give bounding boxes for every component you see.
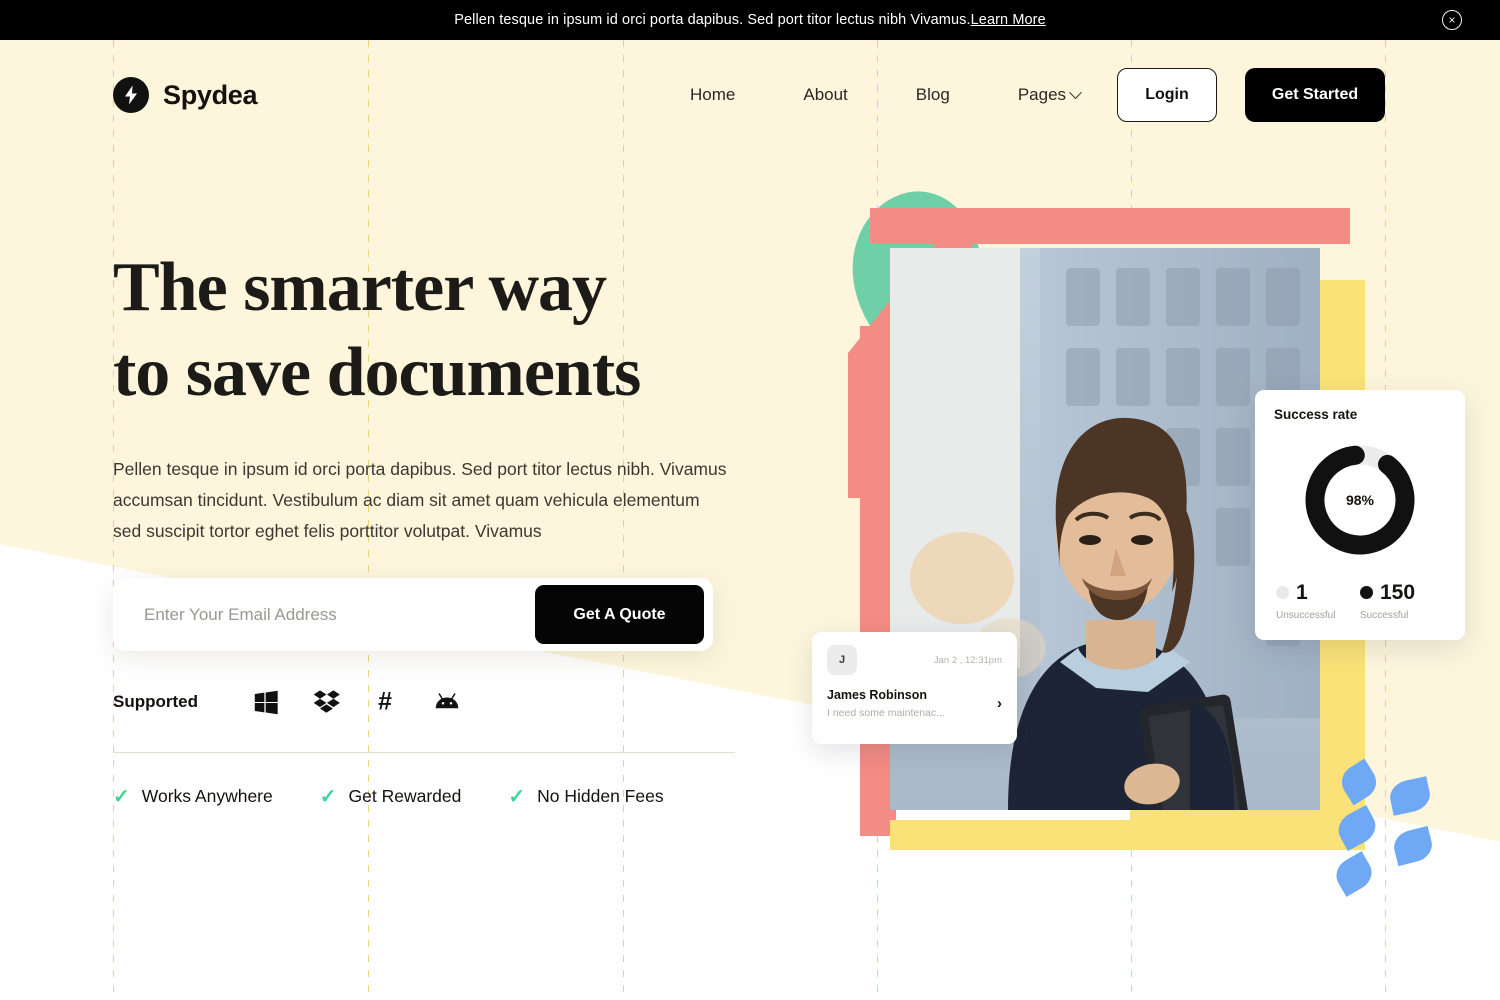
slack-hash-icon: # — [372, 688, 432, 716]
bolt-icon — [113, 77, 149, 113]
supported-label: Supported — [113, 692, 198, 711]
avatar: J — [827, 645, 857, 675]
feature-label: Works Anywhere — [141, 786, 273, 806]
success-rate-donut-chart: 98% — [1300, 440, 1420, 560]
blue-petal-icon — [1390, 825, 1436, 867]
message-sender-name: James Robinson — [827, 688, 928, 702]
get-started-button[interactable]: Get Started — [1245, 68, 1385, 122]
page-root: Pellen tesque in ipsum id orci porta dap… — [0, 0, 1500, 1000]
legend-dot-unsuccessful — [1276, 586, 1289, 599]
yellow-bottom-bar — [890, 820, 1365, 850]
site-header: Spydea Home About Blog Pages Login Get S… — [0, 40, 1500, 150]
success-rate-percent: 98% — [1345, 492, 1375, 508]
header-actions: Login Get Started — [1117, 68, 1385, 122]
page-title: The smarter way to save documents — [113, 245, 753, 416]
blue-petal-icon — [1387, 776, 1433, 816]
feature-item-get-rewarded: ✓ Get Rewarded — [320, 786, 462, 807]
success-rate-card: Success rate 98% 1 Unsuccessful 150 Succ… — [1255, 390, 1465, 640]
feature-label: No Hidden Fees — [537, 786, 664, 806]
hero-text-block: The smarter way to save documents Pellen… — [113, 245, 753, 547]
learn-more-link[interactable]: Learn More — [971, 12, 1046, 28]
legend-item-successful: 150 Successful — [1360, 582, 1444, 621]
login-button[interactable]: Login — [1117, 68, 1217, 122]
feature-item-works-anywhere: ✓ Works Anywhere — [113, 786, 273, 807]
success-rate-legend: 1 Unsuccessful 150 Successful — [1274, 582, 1446, 621]
feature-item-no-hidden-fees: ✓ No Hidden Fees — [508, 786, 663, 807]
message-preview: I need some maintenac... — [827, 707, 945, 719]
android-icon — [432, 690, 492, 714]
main-nav: Home About Blog Pages — [690, 85, 1114, 105]
legend-caption: Unsuccessful — [1276, 610, 1336, 621]
message-card[interactable]: J Jan 2 , 12:31pm James Robinson I need … — [812, 632, 1017, 744]
check-icon: ✓ — [319, 785, 337, 808]
message-timestamp: Jan 2 , 12:31pm — [933, 654, 1002, 666]
announcement-text: Pellen tesque in ipsum id orci porta dap… — [454, 12, 1046, 28]
feature-label: Get Rewarded — [348, 786, 462, 806]
email-input[interactable] — [113, 604, 535, 625]
svg-text:#: # — [378, 688, 392, 716]
brand-logo[interactable]: Spydea — [113, 77, 258, 113]
legend-item-unsuccessful: 1 Unsuccessful — [1276, 582, 1360, 621]
salmon-frame-top — [870, 208, 1350, 244]
supported-platforms: Supported # — [113, 688, 492, 716]
check-icon: ✓ — [508, 785, 526, 808]
headline-line-1: The smarter way — [113, 249, 607, 326]
nav-item-pages[interactable]: Pages — [984, 85, 1114, 105]
hero-description: Pellen tesque in ipsum id orci porta dap… — [113, 458, 727, 542]
feature-list: ✓ Works Anywhere ✓ Get Rewarded ✓ No Hid… — [113, 786, 711, 807]
legend-value: 1 — [1296, 581, 1308, 604]
nav-item-about[interactable]: About — [769, 85, 881, 105]
message-card-header: J Jan 2 , 12:31pm — [827, 645, 1002, 675]
success-rate-title: Success rate — [1274, 407, 1358, 422]
chevron-right-icon[interactable]: › — [997, 695, 1002, 712]
nav-item-blog[interactable]: Blog — [882, 85, 984, 105]
dropbox-icon — [312, 688, 372, 716]
windows-icon — [252, 688, 312, 716]
headline-line-2: to save documents — [113, 334, 641, 412]
email-signup-form: Get A Quote — [113, 578, 713, 651]
brand-name: Spydea — [163, 79, 258, 110]
get-a-quote-button[interactable]: Get A Quote — [535, 585, 704, 644]
check-icon: ✓ — [113, 785, 130, 808]
legend-dot-successful — [1360, 586, 1373, 599]
close-icon[interactable]: × — [1442, 10, 1462, 30]
announcement-bar: Pellen tesque in ipsum id orci porta dap… — [0, 0, 1500, 40]
legend-value: 150 — [1380, 581, 1416, 604]
chevron-down-icon — [1069, 85, 1082, 99]
message-card-body: James Robinson I need some maintenac... … — [827, 688, 1002, 719]
nav-item-home[interactable]: Home — [690, 85, 769, 105]
section-divider — [113, 752, 735, 753]
legend-caption: Successful — [1360, 610, 1409, 621]
